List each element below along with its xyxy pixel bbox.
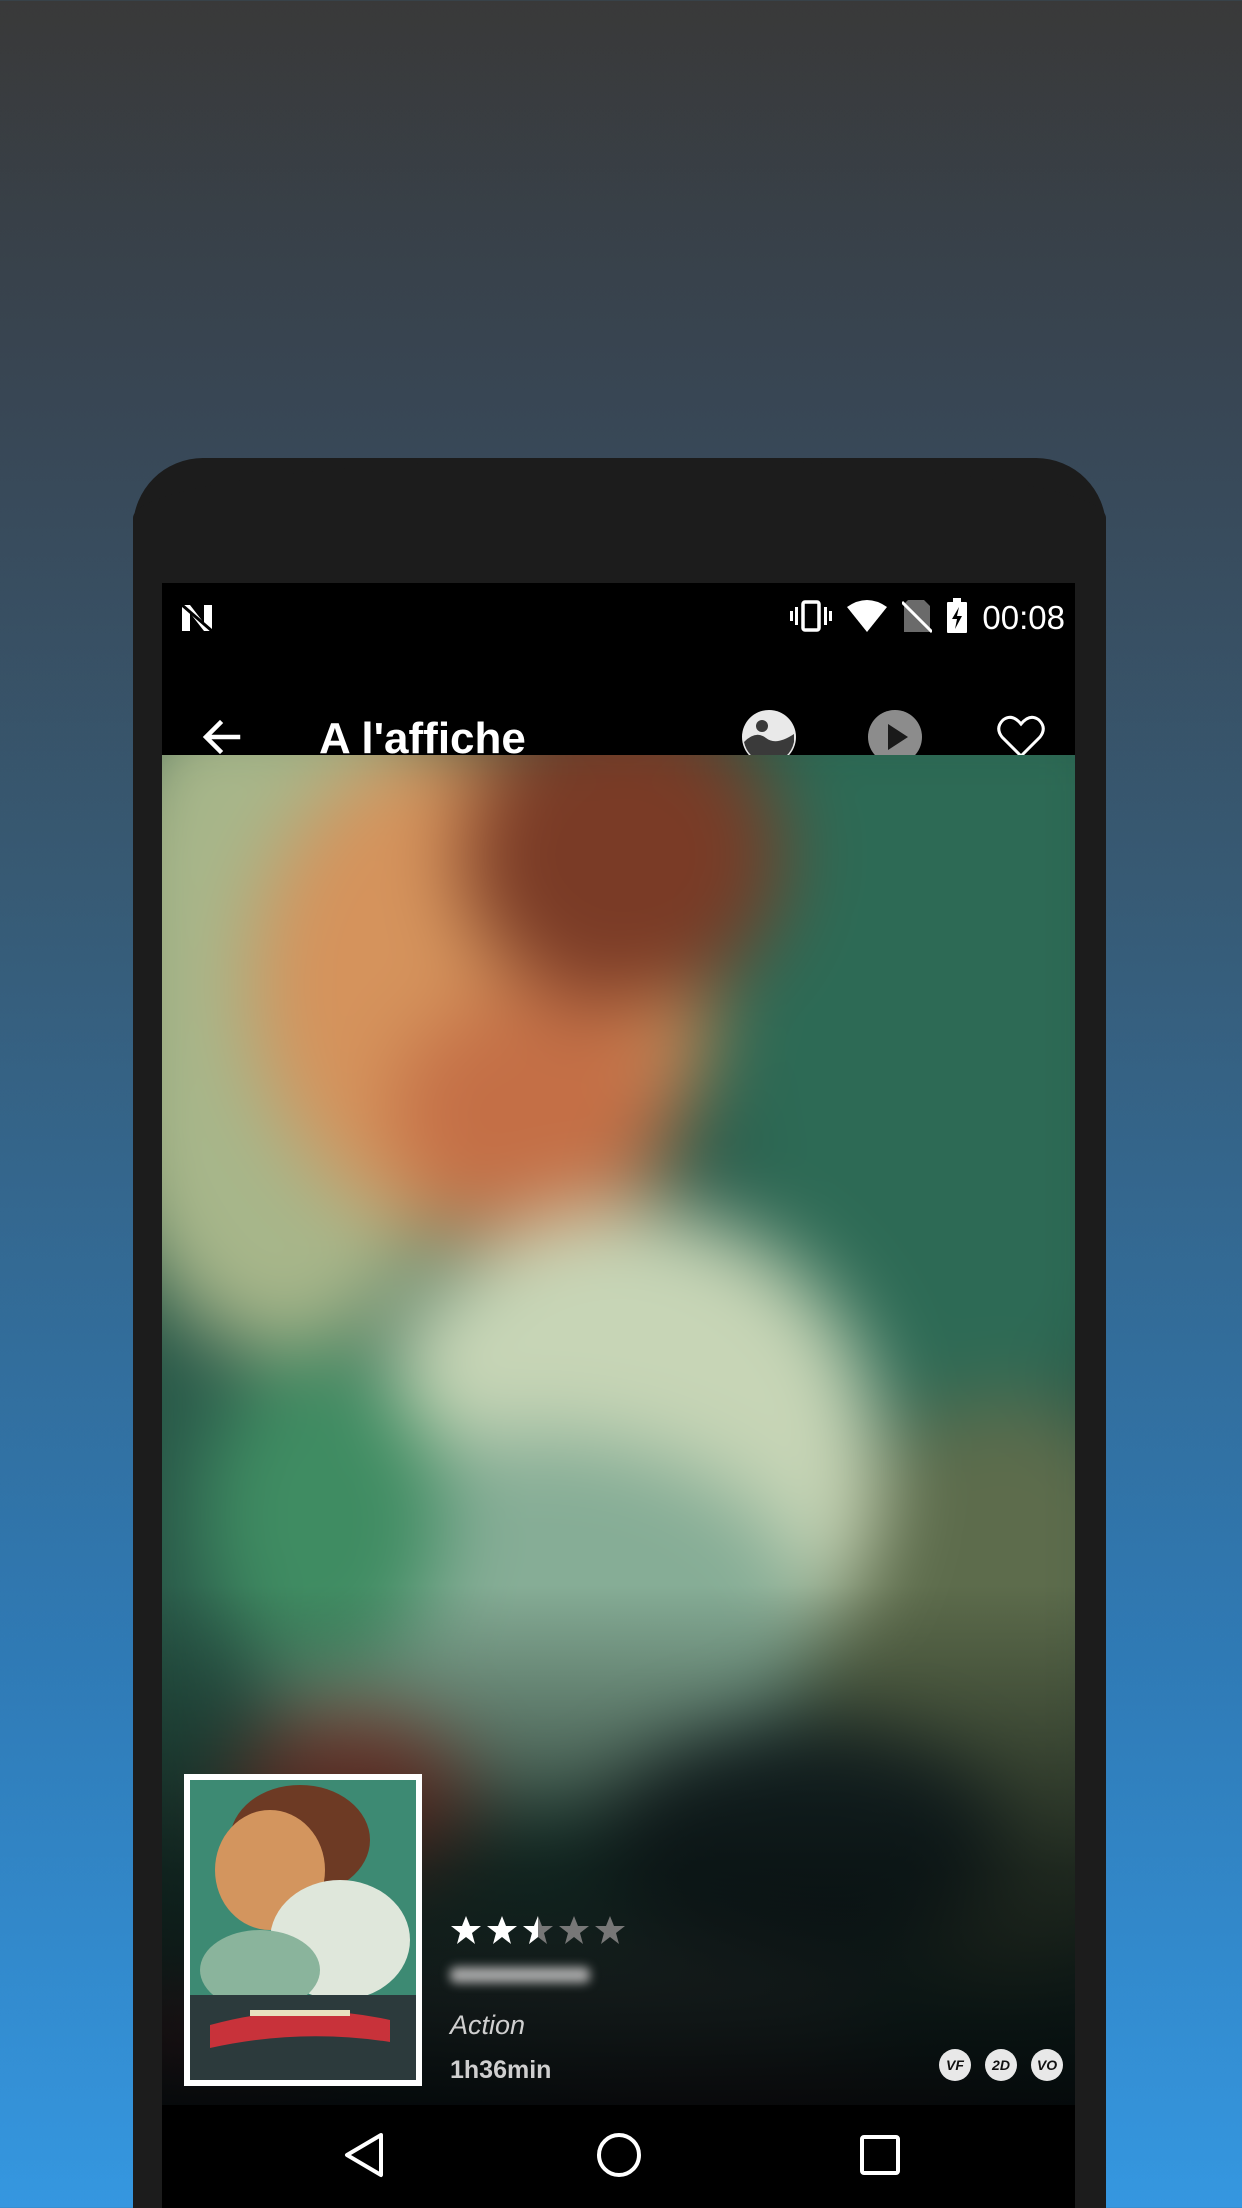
nav-back-icon (341, 2131, 387, 2184)
nav-recents-icon (859, 2134, 901, 2181)
no-sim-icon (901, 598, 934, 639)
status-bar: 00:08 (162, 583, 1075, 653)
battery-icon (946, 597, 968, 639)
vibrate-icon (790, 599, 833, 638)
movie-genre: Action (450, 2010, 526, 2040)
badge-vf: VF (939, 2049, 971, 2081)
badge-2d: 2D (985, 2049, 1017, 2081)
version-badges: VF 2D VO (939, 2049, 1063, 2081)
system-nav-bar (162, 2105, 1075, 2208)
movie-title-blurred (450, 1961, 590, 1995)
poster-image (190, 1780, 416, 2080)
star-full-icon (487, 1916, 517, 1944)
status-time: 00:08 (982, 599, 1065, 636)
movie-duration: 1h36min (450, 2056, 552, 2084)
star-half-icon (523, 1916, 553, 1944)
phone-top-bezel (133, 458, 1106, 578)
nav-recents-button[interactable] (848, 2125, 912, 2189)
movie-poster-thumbnail[interactable] (184, 1774, 422, 2086)
star-full-icon (451, 1916, 481, 1944)
wifi-icon (846, 599, 888, 638)
badge-vo: VO (1031, 2049, 1063, 2081)
nav-back-button[interactable] (332, 2125, 396, 2189)
nav-home-button[interactable] (587, 2125, 651, 2189)
nav-home-icon (595, 2131, 643, 2184)
phone-screen: 00:08 A l'affiche Action 1h36min VF 2D V… (162, 583, 1075, 2208)
status-icons: 00:08 (790, 583, 1065, 653)
star-empty-icon (595, 1916, 625, 1944)
star-empty-icon (559, 1916, 589, 1944)
movie-rating (450, 1914, 626, 1946)
notification-n-icon (180, 603, 214, 633)
